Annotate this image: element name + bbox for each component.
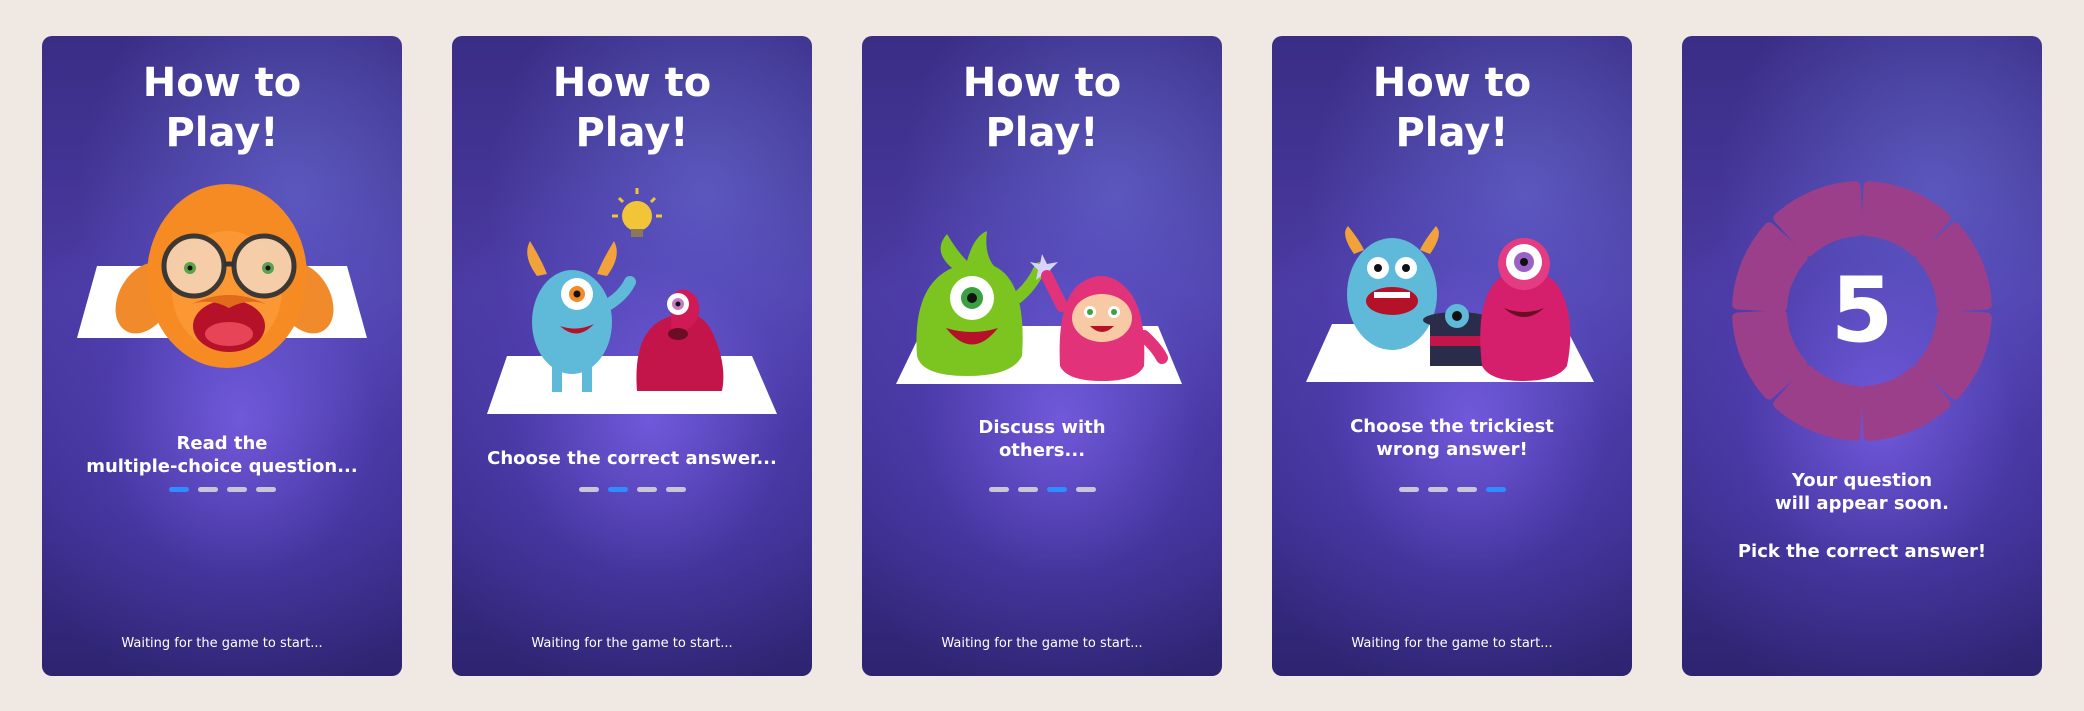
step-caption: Read the multiple-choice question... — [86, 433, 358, 477]
progress-dot — [665, 487, 686, 492]
tutorial-card-3: How to Play! Discuss with others... Wait… — [862, 36, 1222, 676]
progress-dot — [578, 487, 599, 492]
tutorial-card-1: How to Play! Read the multiple-choice qu… — [42, 36, 402, 676]
countdown-card: 5 Your question will appear soon. Pick t… — [1682, 36, 2042, 676]
progress-dots — [42, 487, 402, 492]
progress-dot-active — [1485, 487, 1506, 492]
lightbulb-icon — [612, 188, 662, 237]
step-caption: Choose the correct answer... — [487, 448, 777, 469]
progress-dot — [255, 487, 276, 492]
countdown-instruction: Pick the correct answer! — [1737, 541, 1987, 562]
tutorial-card-4: How to Play! Choose the trickiest wrong … — [1272, 36, 1632, 676]
progress-dot — [1456, 487, 1477, 492]
progress-dot — [197, 487, 218, 492]
progress-dot-active — [1046, 487, 1067, 492]
progress-dot — [1017, 487, 1038, 492]
progress-dot-active — [168, 487, 189, 492]
step-caption: Choose the trickiest wrong answer! — [1350, 416, 1554, 460]
progress-dot — [1398, 487, 1419, 492]
progress-dots — [1272, 487, 1632, 492]
step-caption: Discuss with others... — [978, 417, 1106, 461]
progress-dots — [862, 487, 1222, 492]
progress-dot — [636, 487, 657, 492]
countdown-message: Your question will appear soon. — [1775, 470, 1949, 514]
orange-monster-icon — [77, 184, 367, 368]
waiting-status: Waiting for the game to start... — [531, 636, 733, 651]
progress-dot — [1075, 487, 1096, 492]
waiting-status: Waiting for the game to start... — [1351, 636, 1553, 651]
green-and-pink-monster-icon — [896, 231, 1182, 384]
progress-dot-active — [607, 487, 628, 492]
blue-and-red-monster-icon — [487, 188, 777, 414]
tutorial-card-2: How to Play! Choose the correct answer..… — [452, 36, 812, 676]
waiting-status: Waiting for the game to start... — [121, 636, 323, 651]
progress-dot — [1427, 487, 1448, 492]
progress-dots — [452, 487, 812, 492]
progress-dot — [988, 487, 1009, 492]
monsters-with-hat-icon — [1306, 226, 1594, 382]
waiting-status: Waiting for the game to start... — [941, 636, 1143, 651]
countdown-number: 5 — [1830, 258, 1894, 363]
progress-dot — [226, 487, 247, 492]
